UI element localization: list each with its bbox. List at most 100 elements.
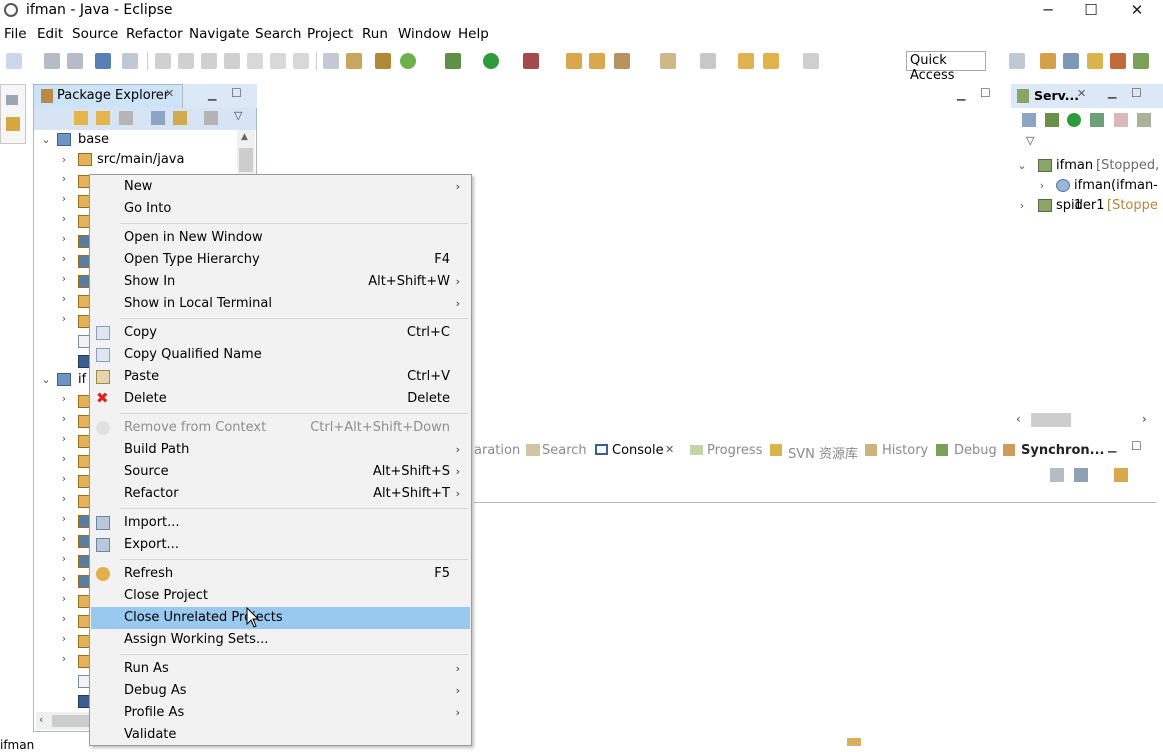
menu-item-validate[interactable]: Validate: [91, 724, 470, 746]
server-module-item[interactable]: › ifman(ifman-1: [1036, 176, 1163, 213]
collapsed-icon[interactable]: ›: [58, 592, 70, 605]
tab-declaration[interactable]: aration: [474, 443, 520, 458]
collapsed-icon[interactable]: ›: [58, 192, 70, 205]
step-over-icon[interactable]: [270, 53, 286, 69]
menu-item-export[interactable]: Export...: [91, 534, 470, 556]
back-nav-icon[interactable]: [74, 111, 88, 125]
restore-icon[interactable]: [6, 95, 18, 105]
menu-item-show-in[interactable]: Show In Alt+Shift+W ›: [91, 271, 470, 293]
perspective-debug-icon[interactable]: [1133, 53, 1149, 69]
tab-synchronize[interactable]: Synchron...: [1021, 443, 1104, 458]
close-tab-icon[interactable]: ✕: [665, 443, 674, 456]
publish-icon[interactable]: [1137, 113, 1151, 127]
perspective-team-icon[interactable]: [1110, 53, 1126, 69]
stop-server-icon[interactable]: [1114, 113, 1128, 127]
git-icon[interactable]: [6, 117, 20, 131]
close-tab-icon[interactable]: ✕: [165, 87, 174, 100]
tree-item-base[interactable]: ⌄ base: [40, 130, 230, 150]
menu-search[interactable]: Search: [255, 26, 301, 42]
perspective-java-icon[interactable]: [1063, 53, 1079, 69]
minimize-view-icon[interactable]: ▁: [1108, 440, 1116, 453]
scroll-left-icon[interactable]: ‹: [39, 713, 43, 726]
view-menu-icon[interactable]: ▽: [234, 109, 242, 122]
collapsed-icon[interactable]: ›: [58, 652, 70, 665]
expanded-icon[interactable]: ⌄: [40, 130, 52, 150]
server-item-spider1[interactable]: › spider1 [Stoppe: [1016, 196, 1163, 216]
new-icon[interactable]: [6, 53, 22, 69]
collapsed-icon[interactable]: ›: [58, 472, 70, 485]
next-annotation-icon[interactable]: [660, 53, 676, 69]
tab-history[interactable]: History: [882, 443, 928, 458]
save-all-icon[interactable]: [67, 53, 83, 69]
menu-item-refactor[interactable]: Refactor Alt+Shift+T ›: [91, 483, 470, 505]
menu-item-new[interactable]: New ›: [91, 176, 470, 198]
prev-annotation-icon[interactable]: [700, 53, 716, 69]
coverage-icon[interactable]: [523, 53, 539, 69]
menu-window[interactable]: Window: [398, 26, 451, 42]
resume-icon[interactable]: [155, 53, 171, 69]
focus-task-icon[interactable]: [204, 111, 218, 125]
menu-item-open-type-hierarchy[interactable]: Open Type Hierarchy F4: [91, 249, 470, 271]
open-console-icon[interactable]: [1114, 468, 1128, 482]
collapsed-icon[interactable]: ›: [58, 572, 70, 585]
tab-svn-repository[interactable]: SVN 资源库: [788, 443, 858, 462]
maximize-button[interactable]: ☐: [1068, 0, 1114, 22]
link-editor-icon[interactable]: [173, 111, 187, 125]
debug-icon[interactable]: [445, 53, 461, 69]
collapse-all-icon[interactable]: [1022, 113, 1036, 127]
menu-run[interactable]: Run: [362, 26, 388, 42]
terminate-icon[interactable]: [201, 53, 217, 69]
collapsed-icon[interactable]: ›: [58, 632, 70, 645]
menu-file[interactable]: File: [4, 26, 27, 42]
server-item-ifman[interactable]: ⌄ ifman [Stopped,: [1016, 156, 1163, 176]
menu-item-close-unrelated-projects[interactable]: Close Unrelated Projects: [91, 607, 470, 629]
menu-item-build-path[interactable]: Build Path ›: [91, 439, 470, 461]
menu-item-show-in-local-terminal[interactable]: Show in Local Terminal ›: [91, 293, 470, 315]
menu-item-refresh[interactable]: Refresh F5: [91, 563, 470, 585]
package-explorer-tab[interactable]: Package Explorer ✕: [33, 84, 183, 108]
profile-server-icon[interactable]: [1090, 113, 1104, 127]
menu-source[interactable]: Source: [72, 26, 118, 42]
tab-progress[interactable]: Progress: [707, 443, 762, 458]
collapsed-icon[interactable]: ›: [58, 252, 70, 265]
display-console-icon[interactable]: [1074, 468, 1088, 482]
start-server-icon[interactable]: [1067, 113, 1081, 127]
menu-item-copy[interactable]: Copy Ctrl+C: [91, 322, 470, 344]
tab-console[interactable]: Console: [612, 443, 664, 458]
view-menu-icon[interactable]: ▽: [1026, 134, 1034, 147]
collapsed-icon[interactable]: ›: [58, 432, 70, 445]
collapsed-icon[interactable]: ›: [58, 172, 70, 185]
close-tab-icon[interactable]: ✕: [1077, 87, 1086, 100]
collapsed-icon[interactable]: ›: [58, 392, 70, 405]
scroll-left-icon[interactable]: ‹: [1016, 412, 1021, 426]
servers-hscrollbar[interactable]: ‹ ›: [1014, 410, 1154, 430]
last-edit-icon[interactable]: [738, 53, 754, 69]
collapsed-icon[interactable]: ›: [58, 612, 70, 625]
scroll-thumb[interactable]: [239, 148, 253, 172]
maximize-view-icon[interactable]: ☐: [1131, 86, 1142, 100]
run-icon[interactable]: [483, 53, 499, 69]
menu-item-paste[interactable]: Paste Ctrl+V: [91, 366, 470, 388]
menu-item-remove-from-context[interactable]: Remove from Context Ctrl+Alt+Shift+Down: [91, 417, 470, 439]
external-tools-icon[interactable]: [346, 53, 362, 69]
hscroll-thumb[interactable]: [1031, 413, 1071, 427]
collapsed-icon[interactable]: ›: [58, 512, 70, 525]
collapsed-icon[interactable]: ›: [58, 412, 70, 425]
step-return-icon[interactable]: [293, 53, 309, 69]
collapsed-icon[interactable]: ›: [58, 232, 70, 245]
up-nav-icon[interactable]: [119, 111, 133, 125]
back-icon[interactable]: [763, 53, 779, 69]
expanded-icon[interactable]: ⌄: [1016, 156, 1028, 176]
menu-item-assign-working-sets[interactable]: Assign Working Sets...: [91, 629, 470, 651]
menu-item-open-in-new-window[interactable]: Open in New Window: [91, 227, 470, 249]
open-type-icon[interactable]: [589, 53, 605, 69]
collapsed-icon[interactable]: ›: [1016, 196, 1028, 216]
scroll-up-icon[interactable]: ▲: [241, 132, 248, 142]
collapsed-icon[interactable]: ›: [58, 532, 70, 545]
minimize-view-icon[interactable]: ▁: [208, 88, 216, 101]
collapsed-icon[interactable]: ›: [1036, 176, 1048, 196]
scroll-right-icon[interactable]: ›: [1142, 412, 1147, 426]
step-into-icon[interactable]: [247, 53, 263, 69]
tab-search[interactable]: Search: [542, 443, 587, 458]
menu-item-delete[interactable]: ✖ Delete Delete: [91, 388, 470, 410]
